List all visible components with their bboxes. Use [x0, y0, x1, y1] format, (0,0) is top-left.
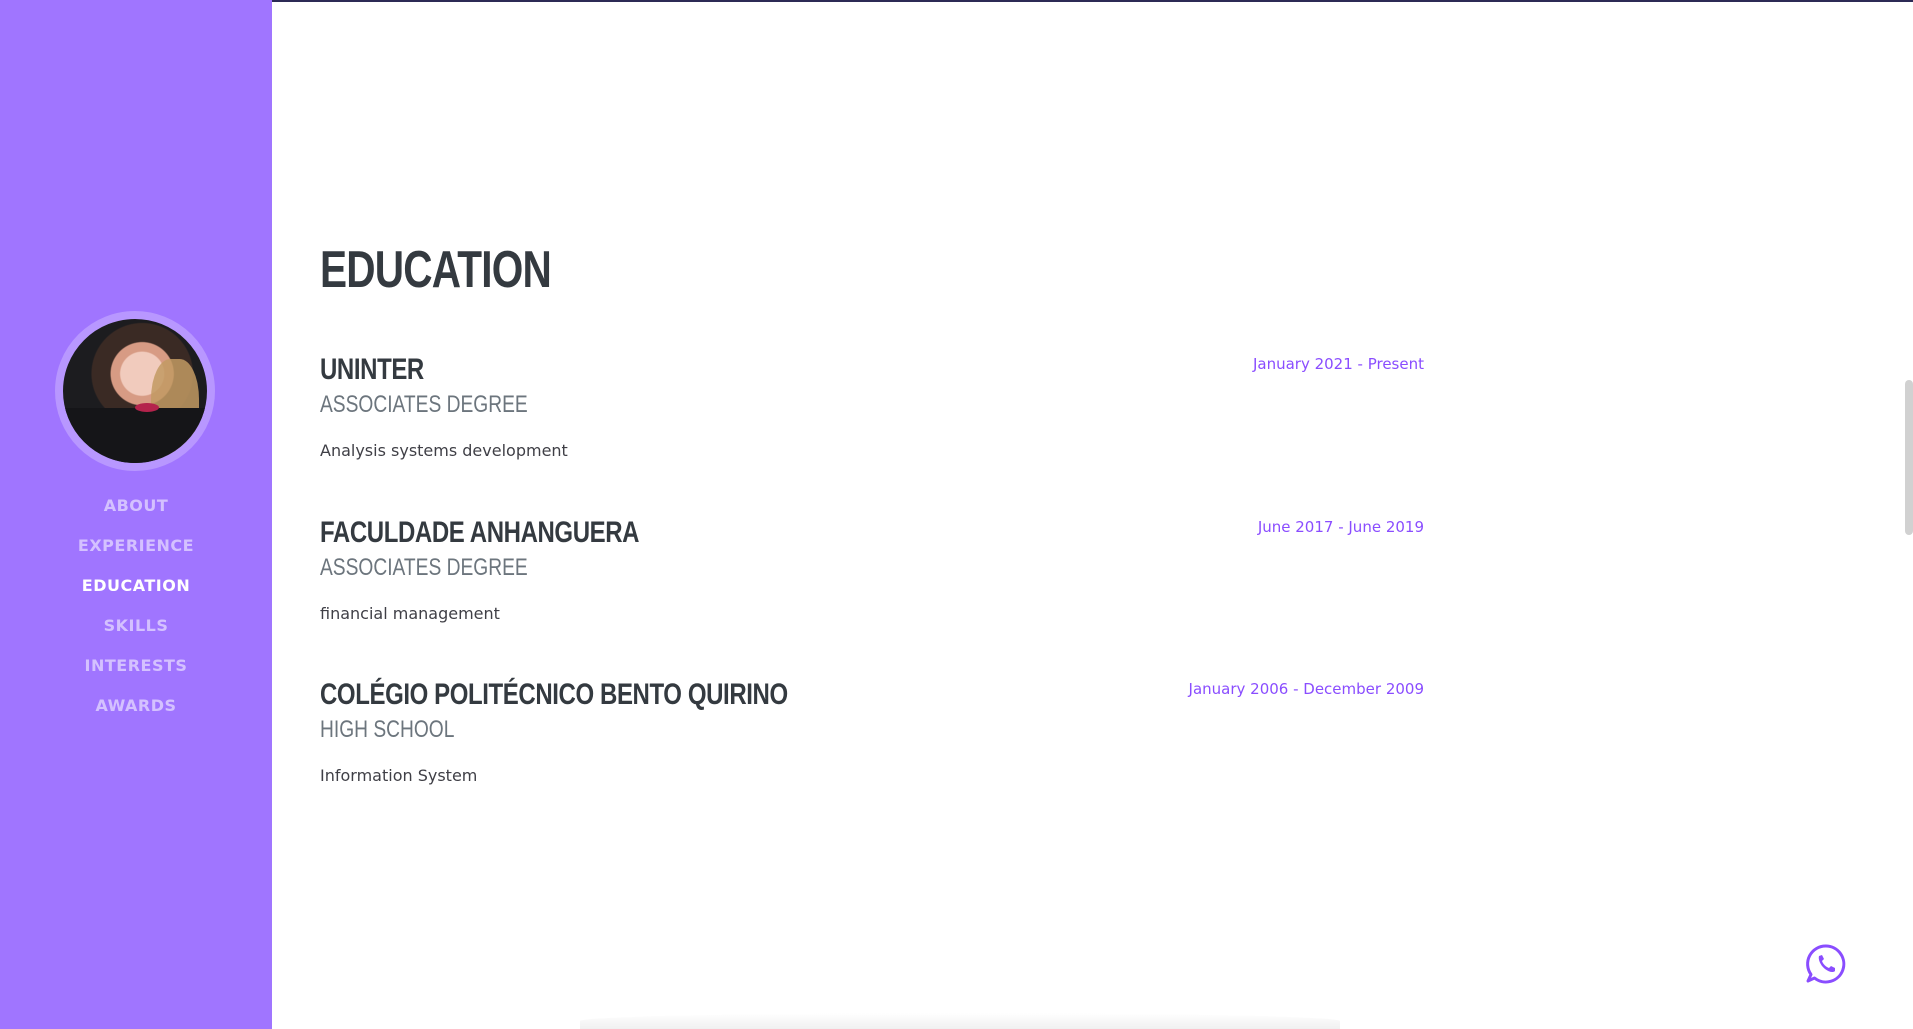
school-name: COLÉGIO POLITÉCNICO BENTO QUIRINO [320, 678, 788, 711]
degree: ASSOCIATES DEGREE [320, 391, 528, 418]
education-item: COLÉGIO POLITÉCNICO BENTO QUIRINO HIGH S… [320, 678, 1424, 818]
nav-item-interests[interactable]: INTERESTS [0, 652, 272, 692]
sidebar: ABOUT EXPERIENCE EDUCATION SKILLS INTERE… [0, 0, 272, 1029]
nav-item-about[interactable]: ABOUT [0, 492, 272, 532]
top-border [272, 0, 1913, 2]
section-title: EDUCATION [320, 241, 552, 299]
scrollbar-thumb[interactable] [1905, 380, 1913, 535]
nav-item-experience[interactable]: EXPERIENCE [0, 532, 272, 572]
field-of-study: Information System [320, 766, 478, 785]
degree: ASSOCIATES DEGREE [320, 554, 528, 581]
education-item: FACULDADE ANHANGUERA ASSOCIATES DEGREE f… [320, 516, 1424, 656]
profile-avatar [55, 311, 215, 471]
school-name: FACULDADE ANHANGUERA [320, 516, 640, 549]
school-name: UNINTER [320, 353, 424, 386]
sidebar-nav: ABOUT EXPERIENCE EDUCATION SKILLS INTERE… [0, 492, 272, 732]
nav-item-awards[interactable]: AWARDS [0, 692, 272, 732]
field-of-study: financial management [320, 604, 500, 623]
whatsapp-icon[interactable] [1805, 943, 1847, 985]
field-of-study: Analysis systems development [320, 441, 568, 460]
education-dates: January 2021 - Present [1252, 355, 1424, 373]
education-dates: January 2006 - December 2009 [1188, 680, 1424, 698]
education-item: UNINTER ASSOCIATES DEGREE Analysis syste… [320, 353, 1424, 493]
education-dates: June 2017 - June 2019 [1257, 518, 1424, 536]
nav-item-education[interactable]: EDUCATION [0, 572, 272, 612]
degree: HIGH SCHOOL [320, 716, 455, 743]
nav-item-skills[interactable]: SKILLS [0, 612, 272, 652]
bottom-shadow [580, 1013, 1340, 1029]
